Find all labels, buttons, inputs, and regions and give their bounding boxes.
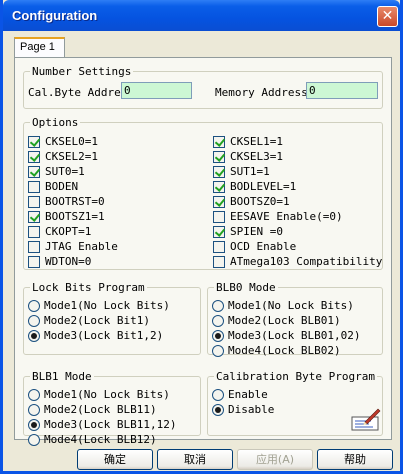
mode-label: Mode1(No Lock Bits) bbox=[44, 299, 170, 312]
radio-selected-icon[interactable] bbox=[212, 330, 224, 342]
blb1-group: BLB1 Mode Mode1(No Lock Bits) Mode2(Lock … bbox=[23, 370, 201, 446]
lock-bits-title: Lock Bits Program bbox=[30, 281, 147, 294]
option-label: CKSEL2=1 bbox=[45, 150, 98, 163]
mode-label: Mode3(Lock Bit1,2) bbox=[44, 329, 164, 342]
checkbox-checked-icon[interactable] bbox=[28, 211, 40, 223]
radio-empty-icon[interactable] bbox=[28, 404, 40, 416]
radio-empty-icon[interactable] bbox=[28, 389, 40, 401]
option-label: BOOTSZ1=1 bbox=[45, 210, 105, 223]
blb0-group: BLB0 Mode Mode1(No Lock Bits) Mode2(Lock … bbox=[207, 281, 383, 357]
tab-page-1[interactable]: Page 1 bbox=[14, 37, 65, 58]
mode-label: Mode3(Lock BLB11,12) bbox=[44, 418, 177, 431]
options-title: Options bbox=[30, 116, 81, 129]
checkbox-checked-icon[interactable] bbox=[213, 166, 225, 178]
mode-label: Mode1(No Lock Bits) bbox=[228, 299, 354, 312]
cancel-button[interactable]: 取消 bbox=[157, 449, 233, 470]
blb0-title: BLB0 Mode bbox=[214, 281, 278, 294]
mode-label: Mode4(Lock BLB02) bbox=[228, 344, 341, 357]
option-label: SPIEN =0 bbox=[230, 225, 283, 238]
checkbox-checked-icon[interactable] bbox=[28, 136, 40, 148]
checkbox-empty-icon[interactable] bbox=[28, 181, 40, 193]
option-label: SUT1=1 bbox=[230, 165, 270, 178]
option-label: EESAVE Enable(=0) bbox=[230, 210, 343, 223]
option-label: WDTON=0 bbox=[45, 255, 92, 268]
radio-empty-icon[interactable] bbox=[212, 300, 224, 312]
number-settings-title: Number Settings bbox=[30, 65, 134, 78]
mode-label: Mode2(Lock BLB01) bbox=[228, 314, 341, 327]
radio-empty-icon[interactable] bbox=[212, 315, 224, 327]
window-title: Configuration bbox=[12, 8, 98, 23]
mode-label: Enable bbox=[228, 388, 268, 401]
checkbox-checked-icon[interactable] bbox=[213, 181, 225, 193]
checkbox-empty-icon[interactable] bbox=[213, 256, 225, 268]
option-label: BODLEVEL=1 bbox=[230, 180, 297, 193]
ok-button[interactable]: 确定 bbox=[77, 449, 153, 470]
option-label: CKSEL0=1 bbox=[45, 135, 98, 148]
option-label: BOOTSZ0=1 bbox=[230, 195, 290, 208]
calibration-title: Calibration Byte Program bbox=[214, 370, 377, 383]
mode-label: Disable bbox=[228, 403, 275, 416]
edit-pen-icon[interactable] bbox=[351, 408, 381, 432]
checkbox-checked-icon[interactable] bbox=[213, 226, 225, 238]
option-label: SUT0=1 bbox=[45, 165, 85, 178]
checkbox-checked-icon[interactable] bbox=[213, 151, 225, 163]
mode-label: Mode1(No Lock Bits) bbox=[44, 388, 170, 401]
checkbox-empty-icon[interactable] bbox=[28, 196, 40, 208]
help-button[interactable]: 帮助 bbox=[317, 449, 393, 470]
title-bar[interactable]: Configuration ✕ bbox=[3, 0, 400, 31]
option-label: JTAG Enable bbox=[45, 240, 118, 253]
checkbox-empty-icon[interactable] bbox=[28, 226, 40, 238]
option-label: CKSEL3=1 bbox=[230, 150, 283, 163]
radio-selected-icon[interactable] bbox=[28, 330, 40, 342]
radio-empty-icon[interactable] bbox=[28, 434, 40, 446]
blb1-title: BLB1 Mode bbox=[30, 370, 94, 383]
lock-bits-group: Lock Bits Program Mode1(No Lock Bits) Mod… bbox=[23, 281, 201, 355]
checkbox-empty-icon[interactable] bbox=[213, 241, 225, 253]
option-label: OCD Enable bbox=[230, 240, 297, 253]
option-label: BOOTRST=0 bbox=[45, 195, 105, 208]
mode-label: Mode2(Lock Bit1) bbox=[44, 314, 150, 327]
option-label: CKOPT=1 bbox=[45, 225, 92, 238]
close-button[interactable]: ✕ bbox=[377, 6, 398, 27]
option-label: BODEN bbox=[45, 180, 79, 193]
option-label: ATmega103 Compatibility bbox=[230, 255, 383, 268]
number-settings-group: Number Settings Cal.Byte Addre 0 Memory … bbox=[23, 65, 383, 109]
checkbox-checked-icon[interactable] bbox=[213, 136, 225, 148]
radio-empty-icon[interactable] bbox=[212, 345, 224, 357]
checkbox-checked-icon[interactable] bbox=[28, 166, 40, 178]
checkbox-empty-icon[interactable] bbox=[28, 256, 40, 268]
memory-address-label: Memory Address bbox=[215, 86, 308, 99]
cal-byte-input[interactable]: 0 bbox=[121, 82, 192, 99]
mode-label: Mode3(Lock BLB01,02) bbox=[228, 329, 361, 342]
checkbox-checked-icon[interactable] bbox=[213, 196, 225, 208]
option-label: CKSEL1=1 bbox=[230, 135, 283, 148]
radio-empty-icon[interactable] bbox=[28, 300, 40, 312]
radio-empty-icon[interactable] bbox=[212, 389, 224, 401]
checkbox-checked-icon[interactable] bbox=[28, 151, 40, 163]
radio-selected-icon[interactable] bbox=[212, 404, 224, 416]
apply-button[interactable]: 应用(A) bbox=[237, 449, 313, 470]
memory-address-input[interactable]: 0 bbox=[306, 82, 378, 99]
radio-selected-icon[interactable] bbox=[28, 419, 40, 431]
cal-byte-label: Cal.Byte Addre bbox=[28, 86, 121, 99]
tab-panel: Number Settings Cal.Byte Addre 0 Memory … bbox=[14, 57, 392, 446]
checkbox-empty-icon[interactable] bbox=[28, 241, 40, 253]
options-group: Options CKSEL0=1 CKSEL2=1 SUT0=1 BODEN BOOTR… bbox=[23, 116, 383, 270]
checkbox-empty-icon[interactable] bbox=[213, 211, 225, 223]
mode-label: Mode4(Lock BLB12) bbox=[44, 433, 157, 446]
radio-empty-icon[interactable] bbox=[28, 315, 40, 327]
mode-label: Mode2(Lock BLB11) bbox=[44, 403, 157, 416]
